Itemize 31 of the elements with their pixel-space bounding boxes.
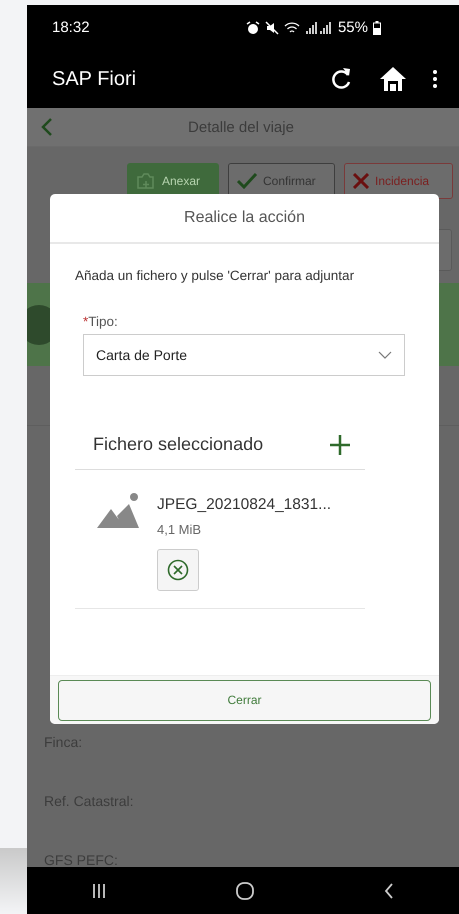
upload-heading: Fichero seleccionado: [93, 434, 264, 455]
home-button-icon[interactable]: [236, 882, 254, 900]
back-nav-icon[interactable]: [384, 882, 394, 898]
battery-percent: 55%: [338, 19, 368, 36]
type-select[interactable]: Carta de Porte: [83, 334, 405, 376]
dialog-title: Realice la acción: [184, 209, 305, 227]
mute-icon: [264, 20, 279, 34]
type-label: *Tipo:: [83, 314, 119, 329]
app-title: SAP Fiori: [52, 68, 138, 90]
signal-icon: [304, 20, 333, 34]
status-time: 18:32: [52, 19, 91, 36]
refresh-icon[interactable]: [331, 67, 353, 91]
home-icon[interactable]: [379, 66, 407, 92]
image-icon: [97, 492, 139, 529]
close-icon: [353, 173, 369, 189]
checkmark-icon: [237, 173, 257, 189]
alarm-icon: [246, 20, 260, 34]
instruction-text: Añada un fichero y pulse 'Cerrar' para adjuntar: [75, 268, 356, 283]
add-icon[interactable]: [329, 434, 351, 456]
wifi-icon: [284, 20, 300, 34]
remove-button[interactable]: [157, 549, 199, 591]
battery-icon: [373, 20, 381, 34]
close-circle-icon: [167, 559, 189, 581]
camera-plus-icon: [136, 172, 156, 190]
required-asterisk: *: [83, 314, 88, 329]
close-button[interactable]: Cerrar: [58, 680, 431, 720]
file-size: 4,1 MiB: [157, 522, 202, 537]
more-menu-icon[interactable]: [433, 70, 437, 88]
recent-apps-icon[interactable]: [92, 882, 106, 898]
file-name: JPEG_20210824_1831...: [157, 496, 332, 514]
chevron-down-icon: [378, 351, 392, 359]
